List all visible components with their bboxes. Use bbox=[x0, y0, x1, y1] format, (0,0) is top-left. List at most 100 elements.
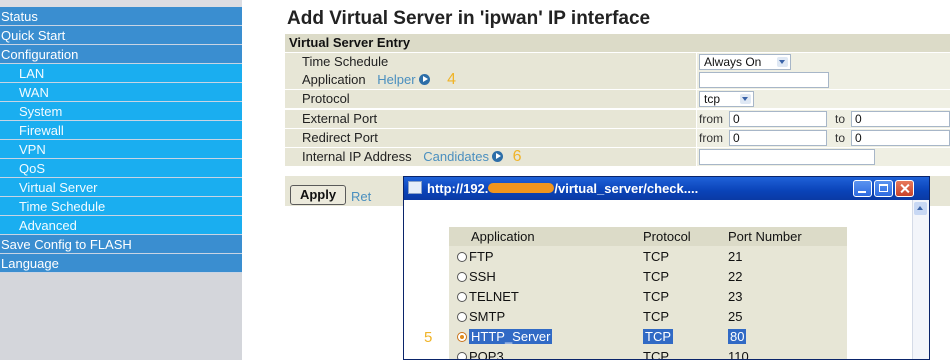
redirect-port-to-input[interactable]: 0 bbox=[851, 130, 950, 146]
sidebar-item-language[interactable]: Language bbox=[0, 254, 242, 273]
protocol-cell: TCP bbox=[643, 309, 669, 324]
table-row[interactable]: POP3 TCP 110 bbox=[449, 347, 847, 360]
application-option[interactable]: TELNET bbox=[457, 289, 519, 304]
minimize-icon[interactable] bbox=[853, 180, 872, 197]
internal-ip-label: Internal IP Address bbox=[302, 149, 412, 164]
sidebar-item-virtual-server[interactable]: Virtual Server bbox=[0, 178, 242, 197]
browser-page-icon bbox=[408, 181, 422, 194]
candidates-link[interactable]: Candidates bbox=[423, 149, 504, 164]
table-row[interactable]: SSH TCP 22 bbox=[449, 267, 847, 286]
sidebar-item-wan[interactable]: WAN bbox=[0, 83, 242, 102]
column-header-application: Application bbox=[471, 229, 535, 244]
sidebar-item-time-schedule[interactable]: Time Schedule bbox=[0, 197, 242, 216]
redaction-mark bbox=[488, 183, 555, 193]
step-marker-5: 5 bbox=[424, 329, 433, 346]
close-icon[interactable] bbox=[895, 180, 914, 197]
helper-link-text: Helper bbox=[377, 72, 416, 87]
sidebar-item-firewall[interactable]: Firewall bbox=[0, 121, 242, 140]
step-marker-4: 4 bbox=[447, 71, 457, 88]
internal-ip-row: Internal IP Address Candidates 6 bbox=[285, 148, 950, 166]
popup-scrollbar[interactable] bbox=[912, 200, 929, 359]
protocol-value: TCP bbox=[643, 329, 673, 344]
application-option[interactable]: HTTP_Server bbox=[457, 329, 553, 344]
port-cell: 110 bbox=[728, 349, 749, 360]
internal-ip-cell bbox=[697, 148, 950, 166]
time-schedule-cell: Always On bbox=[697, 53, 950, 71]
sidebar-item-save-config[interactable]: Save Config to FLASH bbox=[0, 235, 242, 254]
redirect-port-from-input[interactable]: 0 bbox=[729, 130, 827, 146]
sidebar-item-status[interactable]: Status bbox=[0, 7, 242, 26]
external-port-cell: from 0 to 0 bbox=[697, 110, 950, 128]
radio-button[interactable] bbox=[457, 252, 467, 262]
external-port-from-label: from bbox=[699, 112, 723, 126]
radio-button[interactable] bbox=[457, 272, 467, 282]
application-name: SMTP bbox=[469, 309, 506, 324]
scroll-up-arrow-icon[interactable] bbox=[914, 202, 927, 215]
redirect-port-label: Redirect Port bbox=[285, 129, 696, 147]
sidebar-item-system[interactable]: System bbox=[0, 102, 242, 121]
application-option[interactable]: SMTP bbox=[457, 309, 505, 324]
protocol-cell: TCP bbox=[643, 269, 669, 284]
popup-titlebar[interactable]: http://192. /virtual_server/check.... bbox=[404, 177, 929, 200]
helper-link[interactable]: Helper bbox=[377, 72, 430, 87]
candidates-link-text: Candidates bbox=[423, 149, 490, 164]
section-header: Virtual Server Entry bbox=[285, 34, 950, 52]
sidebar-item-configuration[interactable]: Configuration bbox=[0, 45, 242, 64]
table-header: Application Protocol Port Number bbox=[449, 227, 847, 246]
application-name: POP3 bbox=[469, 349, 504, 360]
table-row[interactable]: SMTP TCP 25 bbox=[449, 307, 847, 326]
protocol-cell: TCP bbox=[643, 329, 673, 344]
table-row[interactable]: FTP TCP 21 bbox=[449, 247, 847, 266]
return-link[interactable]: Ret bbox=[351, 189, 371, 204]
external-port-from-input[interactable]: 0 bbox=[729, 111, 827, 127]
popup-title: http://192. /virtual_server/check.... bbox=[427, 181, 698, 196]
port-cell: 25 bbox=[728, 309, 743, 324]
step-marker-6: 6 bbox=[512, 148, 522, 165]
external-port-to-input[interactable]: 0 bbox=[851, 111, 950, 127]
sidebar-item-qos[interactable]: QoS bbox=[0, 159, 242, 178]
application-option[interactable]: SSH bbox=[457, 269, 496, 284]
redirect-port-from-label: from bbox=[699, 131, 723, 145]
chevron-down-icon bbox=[740, 94, 751, 104]
protocol-cell: TCP bbox=[643, 349, 669, 360]
maximize-icon[interactable] bbox=[874, 180, 893, 197]
redirect-port-to-label: to bbox=[835, 131, 846, 145]
column-header-port: Port Number bbox=[728, 229, 802, 244]
arrow-right-icon bbox=[492, 151, 504, 162]
radio-button-selected[interactable] bbox=[457, 332, 467, 342]
table-row[interactable]: TELNET TCP 23 bbox=[449, 287, 847, 306]
application-label: Application bbox=[302, 72, 366, 87]
radio-button[interactable] bbox=[457, 352, 467, 359]
protocol-label: Protocol bbox=[285, 90, 696, 108]
chevron-down-icon bbox=[777, 57, 788, 67]
external-port-row: External Port from 0 to 0 bbox=[285, 110, 950, 128]
protocol-cell: TCP bbox=[643, 249, 669, 264]
time-schedule-value: Always On bbox=[704, 55, 762, 69]
table-row-selected[interactable]: HTTP_Server TCP 80 bbox=[449, 327, 847, 346]
application-table: Application Protocol Port Number FTP TCP… bbox=[449, 227, 847, 360]
arrow-right-icon bbox=[418, 74, 430, 85]
sidebar-item-quick-start[interactable]: Quick Start bbox=[0, 26, 242, 45]
application-option[interactable]: POP3 bbox=[457, 349, 504, 360]
protocol-value: tcp bbox=[704, 92, 721, 106]
internal-ip-input[interactable] bbox=[699, 149, 875, 165]
radio-button[interactable] bbox=[457, 312, 467, 322]
internal-ip-label-cell: Internal IP Address Candidates 6 bbox=[285, 148, 696, 166]
time-schedule-select[interactable]: Always On bbox=[699, 54, 791, 70]
radio-button[interactable] bbox=[457, 292, 467, 302]
application-option[interactable]: FTP bbox=[457, 249, 494, 264]
sidebar-item-lan[interactable]: LAN bbox=[0, 64, 242, 83]
sidebar-nav: Status Quick Start Configuration LAN WAN… bbox=[0, 0, 242, 360]
protocol-cell: tcp bbox=[697, 90, 950, 108]
port-cell: 23 bbox=[728, 289, 743, 304]
apply-button[interactable]: Apply bbox=[290, 185, 346, 205]
port-cell: 22 bbox=[728, 269, 743, 284]
external-port-label: External Port bbox=[285, 110, 696, 128]
redirect-port-cell: from 0 to 0 bbox=[697, 129, 950, 147]
application-cell bbox=[697, 71, 950, 89]
protocol-select[interactable]: tcp bbox=[699, 91, 754, 107]
application-input[interactable] bbox=[699, 72, 829, 88]
sidebar-item-vpn[interactable]: VPN bbox=[0, 140, 242, 159]
port-cell: 80 bbox=[728, 329, 747, 344]
sidebar-item-advanced[interactable]: Advanced bbox=[0, 216, 242, 235]
